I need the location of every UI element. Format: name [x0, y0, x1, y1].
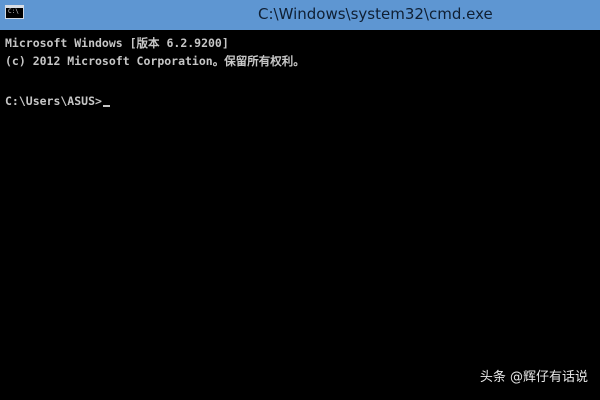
cmd-console-icon[interactable]: C:\ [5, 5, 24, 19]
command-prompt: C:\Users\ASUS> [5, 94, 102, 108]
text-cursor [102, 105, 110, 107]
console-line-copyright: (c) 2012 Microsoft Corporation。保留所有权利。 [5, 54, 305, 68]
console-area[interactable]: Microsoft Windows [版本 6.2.9200] (c) 2012… [0, 30, 600, 400]
command-prompt-line[interactable]: C:\Users\ASUS> [5, 93, 110, 109]
console-line-version: Microsoft Windows [版本 6.2.9200] [5, 36, 229, 50]
watermark: 头条 @辉仔有话说 [479, 370, 588, 385]
window-title: C:\Windows\system32\cmd.exe [258, 5, 493, 23]
cmd-window: C:\ C:\Windows\system32\cmd.exe Microsof… [0, 0, 600, 400]
cmd-icon-text: C:\ [8, 8, 19, 15]
title-bar[interactable]: C:\ C:\Windows\system32\cmd.exe [0, 0, 600, 30]
